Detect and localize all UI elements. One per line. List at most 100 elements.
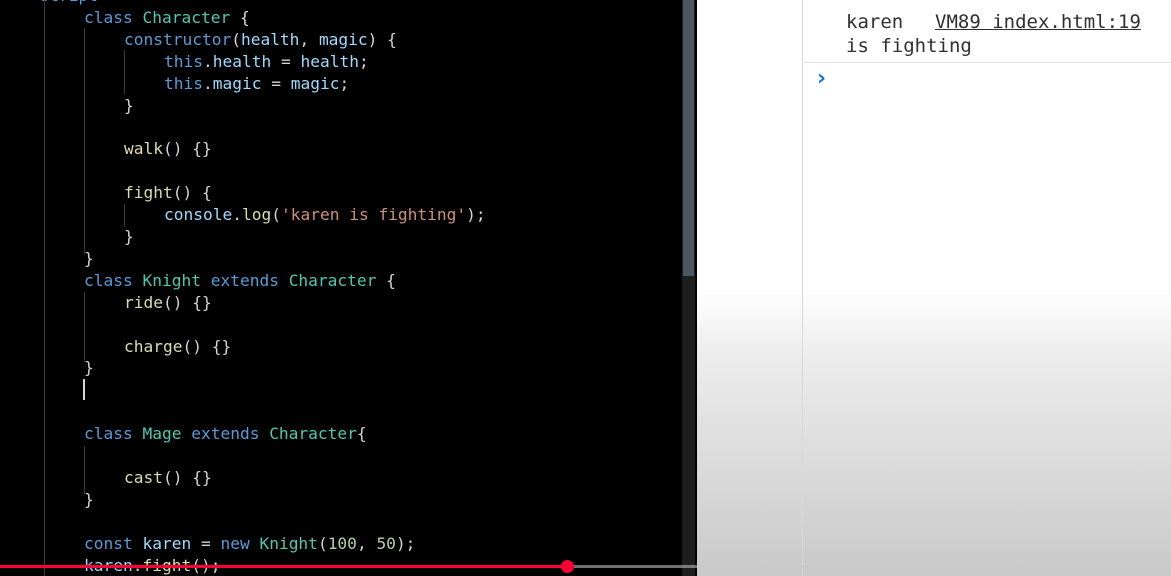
code-line: }: [84, 357, 94, 379]
code-line: this.magic = magic;: [164, 73, 349, 95]
console-log-message: karen: [846, 11, 904, 33]
code-token: 50: [376, 533, 396, 553]
code-token: .: [232, 205, 242, 225]
code-token: Knight: [259, 533, 318, 553]
code-token: () {: [172, 183, 212, 203]
code-line: this.health = health;: [164, 51, 369, 73]
code-token: Knight: [142, 270, 201, 290]
code-token: new: [220, 533, 260, 553]
indent-guide: [84, 28, 85, 254]
code-token: class: [84, 8, 143, 27]
code-token: ride: [124, 292, 163, 312]
devtools-sidebar: [697, 0, 803, 576]
console-separator: [803, 62, 1171, 63]
code-token: console: [164, 205, 233, 225]
code-token: charge: [124, 336, 183, 356]
code-token: }: [124, 95, 134, 115]
code-line: cast() {}: [124, 467, 212, 489]
partial-script-tag: script: [40, 0, 98, 5]
code-token: Character: [269, 424, 357, 444]
code-token: () {}: [162, 292, 212, 312]
console-prompt-chevron-icon: ›: [817, 66, 827, 91]
code-token: this: [164, 51, 203, 71]
code-line: class Knight extends Character {: [84, 270, 396, 292]
code-token: }: [84, 358, 94, 378]
code-token: =: [271, 51, 301, 71]
code-line: class Mage extends Character{: [84, 423, 367, 445]
code-token: (: [271, 205, 281, 225]
code-token: health: [212, 51, 272, 71]
code-line: charge() {}: [124, 336, 231, 358]
code-token: );: [395, 533, 416, 553]
code-token: (: [231, 29, 241, 49]
code-editor[interactable]: script class Character {constructor(heal…: [0, 0, 682, 576]
video-progress-scrubber[interactable]: [561, 560, 574, 573]
code-token: {: [376, 270, 396, 290]
indent-guide: [124, 204, 125, 226]
code-line: const karen = new Knight(100, 50);: [84, 533, 415, 555]
code-token: class: [84, 270, 143, 290]
text-caret: [83, 379, 85, 400]
code-token: class: [84, 424, 143, 444]
code-token: Mage: [142, 424, 182, 444]
code-token: () {}: [162, 467, 212, 487]
video-progress-played: [0, 565, 567, 568]
code-token: () {}: [162, 139, 212, 159]
editor-scrollbar-thumb[interactable]: [683, 0, 694, 276]
code-line: }: [124, 226, 134, 248]
code-token: Character: [142, 8, 231, 27]
code-token: =: [261, 73, 291, 93]
code-line: console.log('karen is fighting');: [164, 204, 486, 226]
code-line: }: [84, 248, 94, 270]
code-token: {: [230, 8, 250, 27]
code-token: extends: [200, 270, 289, 290]
code-token: 100: [327, 533, 357, 553]
code-token: ) {: [367, 29, 397, 49]
code-token: log: [241, 205, 272, 225]
code-token: .: [202, 73, 213, 93]
code-token: walk: [124, 139, 163, 159]
console-input[interactable]: [837, 68, 1157, 92]
code-token: karen: [142, 533, 192, 553]
console-log-message-continued: is fighting: [846, 35, 972, 57]
indent-guide: [124, 50, 125, 94]
code-token: ,: [356, 533, 377, 553]
code-token: magic: [212, 73, 262, 93]
indent-guide: [84, 292, 85, 362]
code-token: =: [191, 533, 221, 553]
code-token: );: [466, 205, 486, 225]
code-token: }: [84, 248, 94, 268]
code-token: () {}: [182, 336, 232, 356]
code-token: this: [164, 73, 203, 93]
code-token: cast: [124, 467, 163, 487]
code-token: }: [84, 489, 94, 509]
code-token: health: [240, 29, 300, 49]
code-line: class Character {: [84, 7, 250, 29]
code-token: ;: [339, 73, 350, 93]
code-line: walk() {}: [124, 138, 212, 160]
code-token: (: [317, 533, 328, 553]
code-token: const: [84, 533, 143, 553]
code-line: constructor(health, magic) {: [124, 29, 397, 51]
console-log-source-link[interactable]: VM89 index.html:19: [935, 10, 1141, 34]
code-token: ;: [358, 51, 369, 71]
code-token: constructor: [124, 29, 232, 49]
code-token: Character: [288, 270, 377, 290]
code-line: }: [124, 95, 134, 117]
code-token: .: [202, 51, 213, 71]
indent-guide: [44, 0, 45, 576]
code-token: fight: [124, 183, 173, 203]
code-token: health: [300, 51, 359, 71]
code-token: 'karen is fighting': [280, 205, 467, 225]
code-token: extends: [181, 424, 270, 444]
code-token: }: [124, 227, 134, 246]
code-line: ride() {}: [124, 292, 212, 314]
code-line: }: [84, 489, 94, 511]
code-line: fight() {: [124, 182, 212, 204]
code-token: magic: [318, 29, 368, 49]
indent-guide: [84, 446, 85, 494]
code-token: magic: [290, 73, 340, 93]
devtools-console: karen VM89 index.html:19 is fighting ›: [697, 0, 1171, 576]
code-token: ,: [299, 29, 319, 49]
code-token: {: [356, 424, 367, 444]
